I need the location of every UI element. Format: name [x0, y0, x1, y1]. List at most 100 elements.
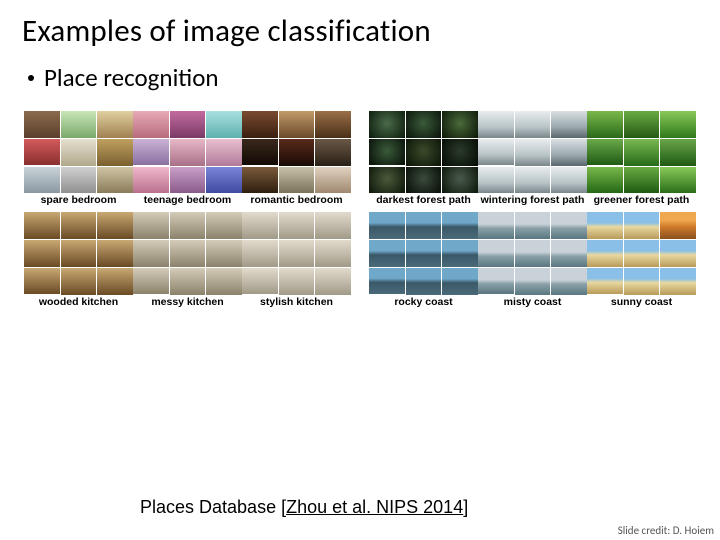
thumbnail [242, 268, 278, 295]
thumbnail [587, 111, 623, 138]
thumbnail [624, 167, 660, 194]
category-label: sunny coast [611, 296, 672, 308]
category-messy-kitchen: messy kitchen [133, 212, 242, 313]
thumbnail-grid [242, 111, 351, 193]
thumbnail [242, 167, 278, 194]
thumbnail [242, 111, 278, 138]
thumbnail [61, 167, 97, 194]
thumbnail [315, 167, 351, 194]
thumbnail [551, 240, 587, 267]
thumbnail [206, 167, 242, 194]
thumbnail [406, 111, 442, 138]
thumbnail [551, 139, 587, 166]
thumbnail [279, 139, 315, 166]
category-label: stylish kitchen [260, 296, 333, 308]
category-label: misty coast [504, 296, 562, 308]
thumbnail [369, 167, 405, 194]
thumbnail-grid [242, 212, 351, 294]
thumbnail [587, 212, 623, 239]
category-spare-bedroom: spare bedroom [24, 111, 133, 212]
thumbnail [515, 240, 551, 267]
thumbnail [279, 167, 315, 194]
thumbnail [24, 212, 60, 239]
thumbnail-grid [24, 111, 133, 193]
thumbnail-grid [133, 111, 242, 193]
thumbnail [369, 212, 405, 239]
thumbnail [61, 111, 97, 138]
thumbnail [587, 139, 623, 166]
category-wooded-kitchen: wooded kitchen [24, 212, 133, 313]
thumbnail [279, 111, 315, 138]
thumbnail [97, 240, 133, 267]
category-label: wooded kitchen [39, 296, 118, 308]
bullet-icon [28, 75, 34, 81]
thumbnail [315, 240, 351, 267]
category-label: teenage bedroom [144, 194, 232, 206]
thumbnail [624, 111, 660, 138]
thumbnail [24, 167, 60, 194]
thumbnail [279, 240, 315, 267]
thumbnail [170, 167, 206, 194]
thumbnail [242, 212, 278, 239]
thumbnail [478, 240, 514, 267]
thumbnail [133, 212, 169, 239]
thumbnail [369, 240, 405, 267]
thumbnail-grid [369, 212, 478, 294]
thumbnail [406, 268, 442, 295]
thumbnail [442, 167, 478, 194]
thumbnail [660, 167, 696, 194]
slide-title: Examples of image classification [22, 12, 698, 50]
thumbnail [242, 139, 278, 166]
thumbnail [24, 139, 60, 166]
thumbnail [442, 139, 478, 166]
thumbnail [61, 268, 97, 295]
category-rocky-coast: rocky coast [369, 212, 478, 313]
thumbnail [97, 167, 133, 194]
category-teenage-bedroom: teenage bedroom [133, 111, 242, 212]
thumbnail [406, 139, 442, 166]
category-misty-coast: misty coast [478, 212, 587, 313]
thumbnail [515, 139, 551, 166]
thumbnail [206, 139, 242, 166]
thumbnail [624, 240, 660, 267]
category-sunny-coast: sunny coast [587, 212, 696, 313]
thumbnail [551, 167, 587, 194]
thumbnail [442, 240, 478, 267]
thumbnail [660, 139, 696, 166]
thumbnail [97, 111, 133, 138]
category-label: romantic bedroom [250, 194, 342, 206]
thumbnail [478, 139, 514, 166]
thumbnail [133, 167, 169, 194]
citation-suffix: ] [463, 497, 468, 517]
category-darkest-forest-path: darkest forest path [369, 111, 478, 212]
thumbnail [478, 268, 514, 295]
thumbnail [369, 268, 405, 295]
bullet-item: Place recognition [28, 62, 698, 93]
thumbnail [660, 212, 696, 239]
thumbnail [279, 212, 315, 239]
thumbnail [442, 212, 478, 239]
citation: Places Database [Zhou et al. NIPS 2014] [140, 497, 468, 518]
category-label: rocky coast [394, 296, 452, 308]
category-label: greener forest path [594, 194, 690, 206]
thumbnail [515, 268, 551, 295]
thumbnail [478, 212, 514, 239]
thumbnail [61, 212, 97, 239]
thumbnail [515, 212, 551, 239]
thumbnail [24, 268, 60, 295]
thumbnail [551, 268, 587, 295]
thumbnail [624, 212, 660, 239]
thumbnail-grid [587, 212, 696, 294]
slide-credit: Slide credit: D. Hoiem [618, 524, 714, 537]
thumbnail [442, 111, 478, 138]
thumbnail [133, 111, 169, 138]
citation-link[interactable]: Zhou et al. NIPS 2014 [286, 497, 463, 517]
thumbnail [551, 111, 587, 138]
thumbnail [315, 111, 351, 138]
thumbnail [587, 167, 623, 194]
category-romantic-bedroom: romantic bedroom [242, 111, 351, 212]
thumbnail [406, 240, 442, 267]
thumbnail [406, 167, 442, 194]
thumbnail [24, 240, 60, 267]
thumbnail [24, 111, 60, 138]
